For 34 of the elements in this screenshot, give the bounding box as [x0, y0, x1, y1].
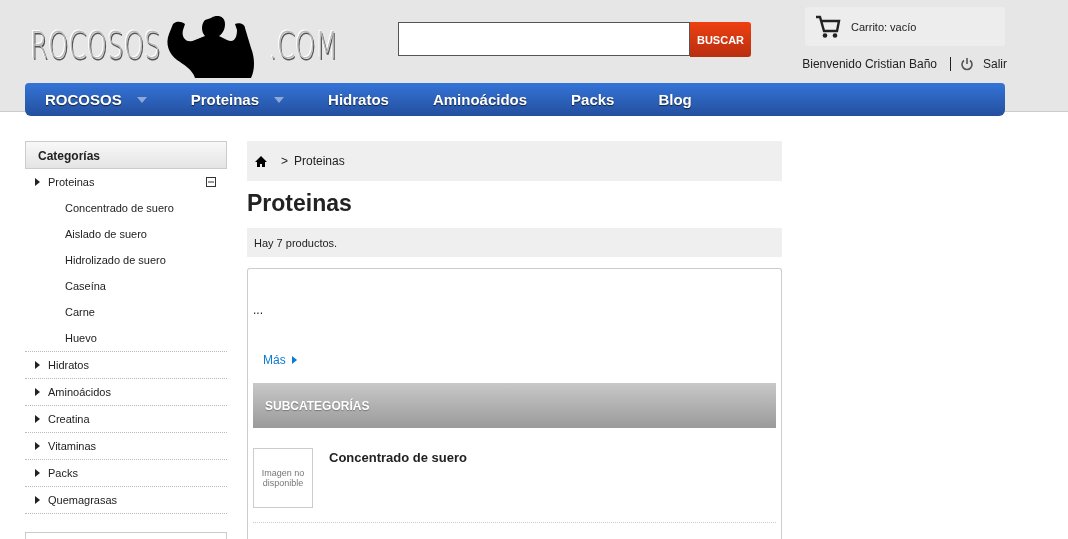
subcategory-link[interactable]: Caseína: [25, 273, 227, 299]
category-link[interactable]: Creatina: [48, 413, 227, 425]
subcategory-link[interactable]: Carne: [25, 299, 227, 325]
search-button[interactable]: BUSCAR: [690, 22, 751, 57]
subcategory-link[interactable]: Hidrolizado de suero: [25, 247, 227, 273]
category-link[interactable]: Packs: [48, 467, 227, 479]
category-link[interactable]: Vitaminas: [48, 440, 227, 452]
subcategories-heading: SUBCATEGORÍAS: [253, 383, 776, 428]
nav-item[interactable]: Aminoácidos: [432, 91, 528, 108]
breadcrumb-current: Proteinas: [294, 154, 345, 168]
nav-item[interactable]: Blog: [658, 91, 692, 108]
product-count: Hay 7 productos.: [254, 236, 338, 249]
category-link[interactable]: Aminoácidos: [48, 386, 227, 398]
page-title: Proteinas: [247, 189, 353, 218]
subcategory-link[interactable]: Concentrado de suero: [25, 195, 227, 221]
cart-label: Carrito: vacío: [851, 20, 917, 33]
categories-heading: Categorías: [25, 141, 227, 169]
nav-item[interactable]: Proteinas: [190, 91, 285, 108]
breadcrumb-separator: >: [281, 154, 288, 168]
more-link[interactable]: Más: [263, 353, 776, 367]
subcategory-link[interactable]: Huevo: [25, 325, 227, 351]
category-link[interactable]: Quemagrasas: [48, 494, 227, 506]
description-text: ...: [253, 303, 264, 317]
logout-link[interactable]: Salir: [983, 57, 1007, 71]
category-link[interactable]: Hidratos: [48, 359, 227, 371]
subcategory-title[interactable]: Concentrado de suero: [329, 450, 467, 508]
category-link[interactable]: Proteinas: [48, 176, 198, 188]
nav-item[interactable]: Hidratos: [328, 91, 389, 108]
welcome-text: Bienvenido Cristian Baño: [802, 57, 937, 71]
nav-item[interactable]: Packs: [571, 91, 615, 108]
subcategory-link[interactable]: Aislado de suero: [25, 221, 227, 247]
cart-box[interactable]: Carrito: vacío: [805, 7, 1005, 46]
image-placeholder[interactable]: Imagen no disponible: [253, 448, 313, 508]
nav-item[interactable]: ROCOSOS: [45, 91, 147, 108]
